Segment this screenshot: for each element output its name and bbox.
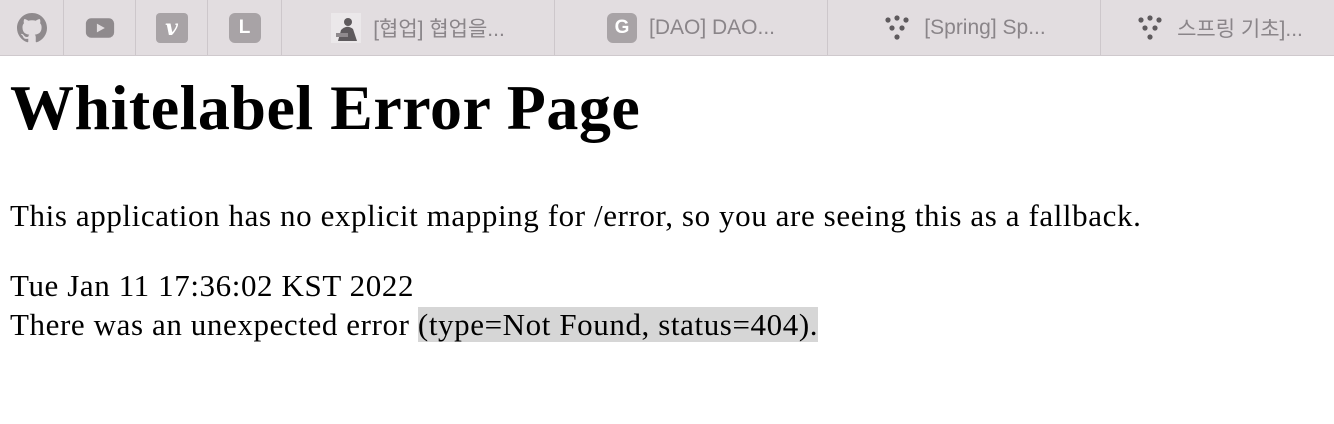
github-icon bbox=[16, 12, 47, 43]
error-prefix: There was an unexpected error bbox=[10, 307, 418, 342]
error-timestamp: Tue Jan 11 17:36:02 KST 2022 bbox=[10, 268, 415, 303]
tab-dao[interactable]: G [DAO] DAO... bbox=[555, 0, 828, 55]
tab-spring-basics[interactable]: 스프링 기초]... bbox=[1101, 0, 1334, 55]
error-message: This application has no explicit mapping… bbox=[10, 198, 1142, 233]
tab-label: [협업] 협업을... bbox=[373, 17, 505, 41]
tab-label: 스프링 기초]... bbox=[1177, 17, 1303, 41]
pinned-tab-velog[interactable]: v bbox=[136, 0, 208, 55]
youtube-icon bbox=[85, 13, 115, 43]
pinned-tab-github[interactable] bbox=[0, 0, 64, 55]
g-icon: G bbox=[606, 12, 637, 43]
avatar-icon bbox=[331, 12, 362, 43]
error-line: There was an unexpected error (type=Not … bbox=[10, 305, 1330, 344]
tab-label: [Spring] Sp... bbox=[924, 15, 1046, 39]
dots-icon bbox=[1135, 13, 1165, 43]
error-detail-selected: (type=Not Found, status=404). bbox=[417, 307, 819, 342]
error-details: Tue Jan 11 17:36:02 KST 2022 There was a… bbox=[10, 266, 1330, 344]
pinned-tab-l[interactable]: L bbox=[208, 0, 282, 55]
velog-icon: v bbox=[155, 12, 188, 43]
dots-icon bbox=[882, 13, 912, 43]
error-page-content: Whitelabel Error Page This application h… bbox=[10, 56, 1330, 344]
tab-spring[interactable]: [Spring] Sp... bbox=[828, 0, 1101, 55]
pinned-tab-youtube[interactable] bbox=[64, 0, 136, 55]
l-icon: L bbox=[228, 12, 261, 43]
tab-label: [DAO] DAO... bbox=[648, 15, 776, 39]
tab-collaboration[interactable]: [협업] 협업을... bbox=[282, 0, 555, 55]
browser-tab-bar: v L [협업] 협업을... G [DAO] DAO... [Spring] … bbox=[0, 0, 1334, 56]
page-title: Whitelabel Error Page bbox=[10, 72, 641, 143]
